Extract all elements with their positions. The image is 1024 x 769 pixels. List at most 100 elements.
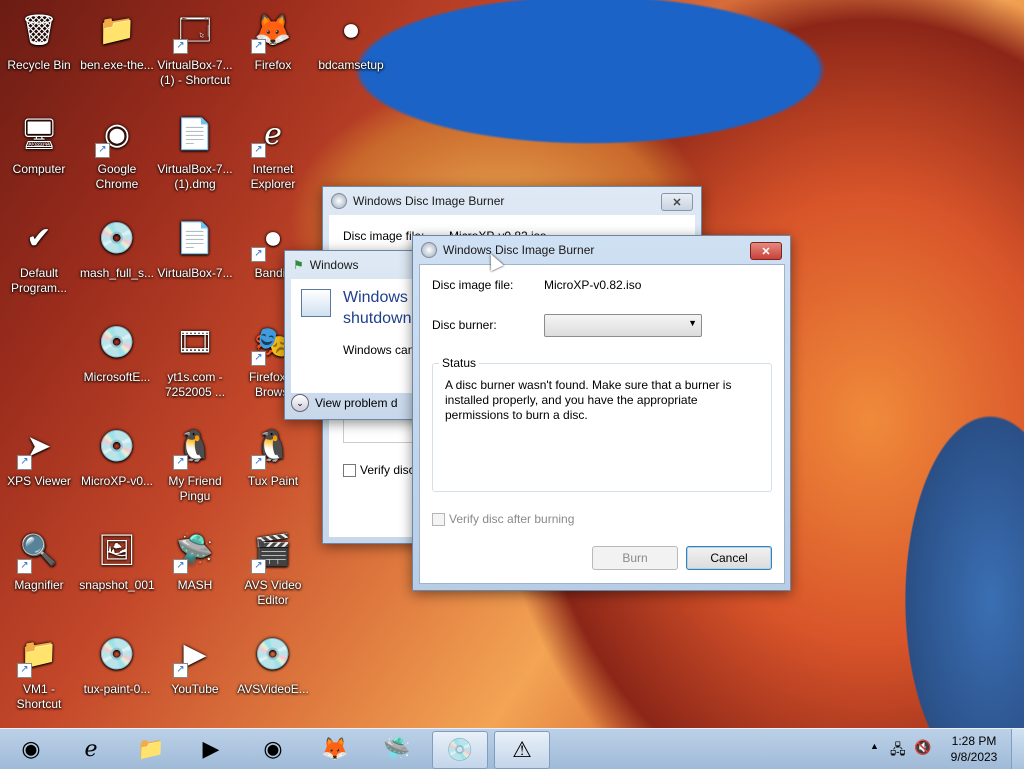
taskbar-ie-icon[interactable]: ℯ bbox=[64, 731, 118, 767]
taskbar-firefox-icon[interactable]: 🦊 bbox=[308, 731, 362, 767]
burner-window[interactable]: Windows Disc Image Burner ✕ Disc image f… bbox=[412, 235, 791, 591]
desktop-icon-label: Firefox bbox=[254, 58, 292, 72]
desktop-icon-image: ➤ ↗ bbox=[15, 422, 63, 470]
taskbar-disc-burner-icon[interactable]: 💿 bbox=[432, 731, 488, 769]
clock[interactable]: 1:28 PM 9/8/2023 bbox=[940, 733, 1008, 765]
desktop-icon[interactable]: 🔍 ↗ Magnifier bbox=[0, 526, 78, 593]
desktop-icon-label: Magnifier bbox=[14, 578, 64, 592]
desktop-icon-label: VirtualBox-7... bbox=[157, 266, 233, 280]
back-verify-checkbox[interactable] bbox=[343, 463, 356, 477]
view-problem-row[interactable]: ⌄ View problem d bbox=[291, 391, 398, 415]
desktop-icon[interactable]: ◉ ↗ Google Chrome bbox=[78, 110, 156, 192]
shortcut-arrow-icon: ↗ bbox=[251, 351, 266, 366]
desktop-icon[interactable]: ➤ ↗ XPS Viewer bbox=[0, 422, 78, 489]
burner-close-button[interactable]: ✕ bbox=[750, 242, 782, 260]
desktop-icon[interactable]: 🐧 ↗ Tux Paint bbox=[234, 422, 312, 489]
desktop-icon-label: Computer bbox=[12, 162, 66, 176]
desktop-icon-image: ℯ ↗ bbox=[249, 110, 297, 158]
desktop-icon[interactable]: 🗑 Recycle Bin bbox=[0, 6, 78, 73]
desktop-icon-image: 🖼 bbox=[97, 533, 137, 567]
view-problem-label[interactable]: View problem d bbox=[315, 396, 398, 410]
shortcut-arrow-icon: ↗ bbox=[95, 143, 110, 158]
desktop-icon[interactable]: 📄 VirtualBox-7... bbox=[156, 214, 234, 281]
desktop-icon-image: 🦊 ↗ bbox=[249, 6, 297, 54]
desktop-icon[interactable]: 💿 AVSVideoE... bbox=[234, 630, 312, 697]
shortcut-arrow-icon: ↗ bbox=[251, 559, 266, 574]
status-group: Status A disc burner wasn't found. Make … bbox=[432, 356, 772, 492]
shutdown-dialog[interactable]: ⚑ Windows Windows shutdown Windows can ⌄… bbox=[284, 250, 426, 420]
shutdown-titlebar[interactable]: ⚑ Windows bbox=[285, 251, 425, 278]
burner-titlebar[interactable]: Windows Disc Image Burner bbox=[413, 236, 790, 263]
back-verify-row[interactable]: Verify disc bbox=[343, 463, 415, 477]
shortcut-arrow-icon: ↗ bbox=[251, 455, 266, 470]
disc-icon bbox=[421, 241, 437, 258]
desktop-icon[interactable]: 💿 tux-paint-0... bbox=[78, 630, 156, 697]
desktop-icon-image: 🎬 ↗ bbox=[249, 526, 297, 574]
shortcut-arrow-icon: ↗ bbox=[173, 455, 188, 470]
desktop-icon[interactable]: 🖥 Computer bbox=[0, 110, 78, 177]
disc-burner-select[interactable]: ▼ bbox=[544, 314, 702, 337]
desktop-icon-label: VM1 - Shortcut bbox=[16, 682, 62, 711]
shutdown-text: Windows can bbox=[343, 343, 415, 357]
back-verify-label: Verify disc bbox=[360, 463, 415, 477]
desktop-icon-image: 🎞 bbox=[175, 325, 215, 359]
burner-title: Windows Disc Image Burner bbox=[443, 242, 595, 257]
desktop-icon-image: ⏺ bbox=[343, 13, 359, 47]
desktop-icon-label: tux-paint-0... bbox=[83, 682, 151, 696]
desktop-icon[interactable]: 🎬 ↗ AVS Video Editor bbox=[234, 526, 312, 608]
tray-overflow-icon[interactable]: ▲ bbox=[870, 741, 879, 751]
desktop-icon-image: ▶ ↗ bbox=[171, 630, 219, 678]
desktop-icon[interactable]: ✔ Default Program... bbox=[0, 214, 78, 296]
desktop-icon[interactable]: ⏺ bdcamsetup bbox=[312, 6, 390, 73]
verify-row[interactable]: Verify disc after burning bbox=[432, 512, 574, 526]
desktop-icon[interactable]: 🖼 snapshot_001 bbox=[78, 526, 156, 593]
burner-body: Disc image file: MicroXP-v0.82.iso Disc … bbox=[419, 264, 785, 584]
desktop-icon-label: MicroXP-v0... bbox=[80, 474, 153, 488]
desktop-icon[interactable]: 💿 MicrosoftE... bbox=[78, 318, 156, 385]
taskbar-mash-icon[interactable]: 🛸 bbox=[370, 731, 424, 767]
desktop-icon-image: 📄 bbox=[176, 221, 214, 255]
back-burner-titlebar[interactable]: Windows Disc Image Burner bbox=[323, 187, 701, 214]
back-burner-close-button[interactable]: ✕ bbox=[661, 193, 693, 211]
shortcut-arrow-icon: ↗ bbox=[251, 143, 266, 158]
taskbar-media-player-icon[interactable]: ▶ bbox=[184, 731, 238, 767]
desktop-icon-image: 💿 bbox=[98, 221, 136, 255]
desktop-icon-label: AVSVideoE... bbox=[237, 682, 309, 696]
show-desktop-button[interactable] bbox=[1011, 729, 1024, 769]
desktop-icon-label: VirtualBox-7... (1) - Shortcut bbox=[157, 58, 233, 87]
desktop-icon-image: 💿 bbox=[98, 637, 136, 671]
shortcut-arrow-icon: ↗ bbox=[251, 247, 266, 262]
volume-icon[interactable]: 🔇 bbox=[914, 739, 931, 756]
cancel-button[interactable]: Cancel bbox=[686, 546, 772, 570]
desktop-icon-label: yt1s.com - 7252005 ... bbox=[164, 370, 226, 399]
desktop-icon-label: Tux Paint bbox=[247, 474, 299, 488]
network-icon[interactable]: 🖧 bbox=[890, 739, 906, 763]
taskbar-explorer-icon[interactable]: 📁 bbox=[124, 731, 178, 767]
desktop-icon[interactable]: 🦊 ↗ Firefox bbox=[234, 6, 312, 73]
status-legend: Status bbox=[439, 356, 480, 370]
burn-button[interactable]: Burn bbox=[592, 546, 678, 570]
desktop-icon-label: Google Chrome bbox=[95, 162, 139, 191]
shortcut-arrow-icon: ↗ bbox=[173, 39, 188, 54]
taskbar-chrome-icon[interactable]: ◉ bbox=[246, 731, 300, 767]
desktop-icon-image: 🛸 ↗ bbox=[171, 526, 219, 574]
taskbar: ◉ ℯ 📁 ▶ ◉ 🦊 🛸 💿 ⚠ ▲ 🖧 🔇 1:28 PM 9/8/2023 bbox=[0, 728, 1024, 769]
desktop-icon[interactable]: 🛸 ↗ MASH bbox=[156, 526, 234, 593]
desktop-icon[interactable]: 📁 ben.exe-the... bbox=[78, 6, 156, 73]
desktop-icon-label: ben.exe-the... bbox=[80, 58, 154, 72]
desktop-icon[interactable]: 📄 VirtualBox-7... (1).dmg bbox=[156, 110, 234, 192]
verify-checkbox[interactable] bbox=[432, 512, 445, 526]
desktop-icon[interactable]: ▶ ↗ YouTube bbox=[156, 630, 234, 697]
desktop-icon[interactable]: 💿 MicroXP-v0... bbox=[78, 422, 156, 489]
chevron-down-icon[interactable]: ⌄ bbox=[291, 394, 309, 412]
desktop-icon[interactable]: 🎞 yt1s.com - 7252005 ... bbox=[156, 318, 234, 400]
desktop-icon[interactable]: 📁 ↗ VM1 - Shortcut bbox=[0, 630, 78, 712]
shortcut-arrow-icon: ↗ bbox=[17, 559, 32, 574]
desktop-icon-image: ✔ bbox=[26, 221, 52, 255]
taskbar-action-center-icon[interactable]: ⚠ bbox=[494, 731, 550, 769]
desktop-icon[interactable]: 💿 mash_full_s... bbox=[78, 214, 156, 281]
desktop-icon[interactable]: 🗔 ↗ VirtualBox-7... (1) - Shortcut bbox=[156, 6, 234, 88]
taskbar-start-orb-icon[interactable]: ◉ bbox=[4, 731, 58, 767]
desktop-icon[interactable]: ℯ ↗ Internet Explorer bbox=[234, 110, 312, 192]
desktop-icon[interactable]: 🐧 ↗ My Friend Pingu bbox=[156, 422, 234, 504]
